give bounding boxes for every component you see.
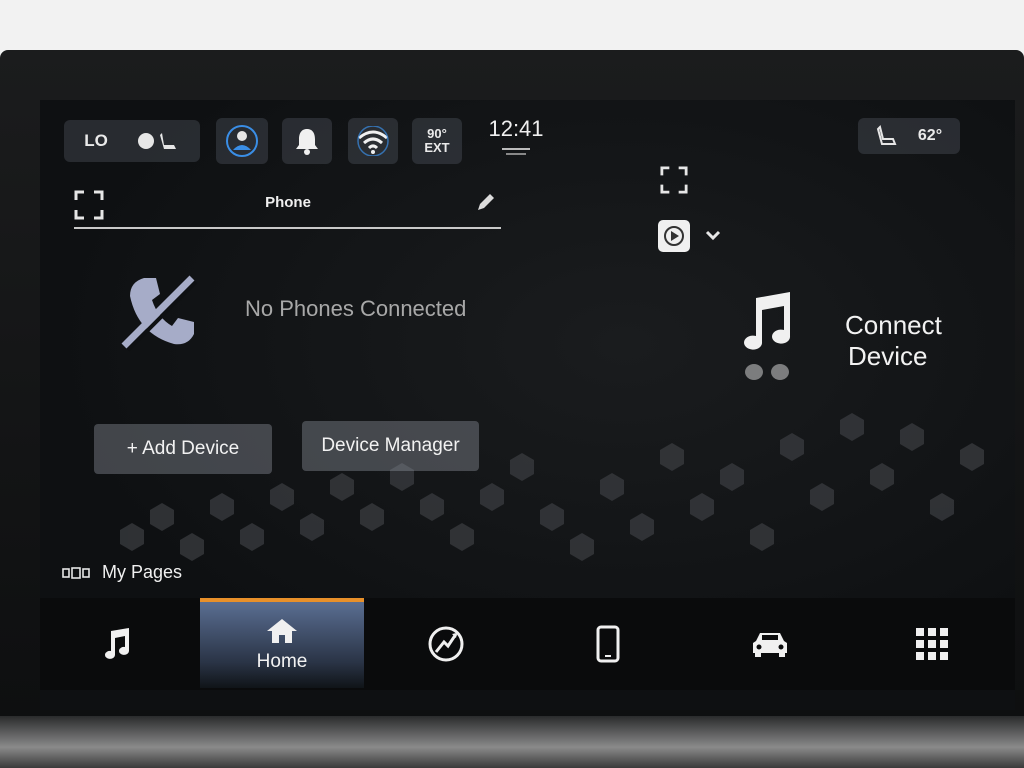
outside-temp-value: 90° (427, 126, 447, 141)
climate-fan-control[interactable]: LO (64, 120, 200, 162)
notifications-button[interactable] (282, 118, 332, 164)
nav-home-label: Home (256, 651, 308, 672)
home-icon (265, 617, 299, 645)
pencil-icon (474, 190, 498, 214)
nav-home[interactable]: Home (200, 598, 364, 688)
fan-level: LO (84, 131, 108, 150)
clock-underline-2 (506, 153, 526, 155)
media-expand-button[interactable] (660, 166, 688, 194)
no-phones-message: No Phones Connected (245, 296, 467, 321)
phone-widget-title: Phone (265, 194, 311, 211)
edit-widget-button[interactable] (474, 190, 498, 214)
nav-compass-icon (426, 624, 466, 664)
dashboard-trim (0, 716, 1024, 768)
phone-widget-divider (74, 227, 501, 229)
phone-disconnected-icon (118, 272, 198, 352)
connect-device-line1: Connect (845, 310, 942, 340)
bell-icon (293, 126, 321, 156)
expand-icon (660, 166, 688, 194)
music-icon (103, 627, 133, 661)
nav-phone[interactable] (560, 600, 655, 688)
connect-device-line2: Device (848, 341, 928, 371)
seat-climate-icon (876, 125, 898, 147)
device-manager-button[interactable]: Device Manager (302, 421, 479, 471)
driver-profile-icon (225, 124, 259, 158)
clock-underline (502, 148, 530, 150)
outside-temp-label: EXT (424, 140, 450, 155)
nav-apps[interactable] (884, 600, 979, 688)
apps-grid-icon (915, 627, 949, 661)
phone-disconnected-graphic (118, 272, 198, 352)
add-device-button[interactable]: + Add Device (94, 424, 272, 474)
clock-time: 12:41 (488, 116, 544, 141)
media-music-graphic (740, 290, 800, 390)
media-source-icon (663, 225, 685, 247)
phone-expand-button[interactable] (74, 190, 104, 220)
nav-vehicle[interactable] (722, 600, 817, 688)
cabin-temp-value: 62° (917, 127, 943, 144)
expand-icon (74, 190, 104, 220)
wifi-button[interactable] (348, 118, 398, 164)
chevron-down-icon (704, 226, 722, 244)
wifi-icon (356, 126, 390, 156)
bottom-nav-bar (40, 598, 1015, 690)
music-note-icon (740, 290, 800, 390)
my-pages-button[interactable]: My Pages (62, 562, 182, 583)
cabin-temperature[interactable]: 62° (858, 118, 960, 154)
my-pages-label: My Pages (102, 562, 183, 582)
nav-navigation[interactable] (398, 600, 493, 688)
vehicle-icon (750, 629, 790, 659)
connect-device-label[interactable]: Connect Device (845, 310, 942, 372)
outside-temperature: 90° EXT (412, 118, 462, 164)
driver-profile-button[interactable] (216, 118, 268, 164)
media-source-dropdown[interactable] (704, 226, 722, 244)
media-source-selector[interactable] (658, 220, 690, 252)
phone-icon (596, 625, 620, 663)
pages-icon (62, 566, 90, 580)
clock[interactable]: 12:41 (484, 116, 548, 155)
nav-media[interactable] (70, 600, 165, 688)
heated-seat-icon (136, 129, 180, 153)
